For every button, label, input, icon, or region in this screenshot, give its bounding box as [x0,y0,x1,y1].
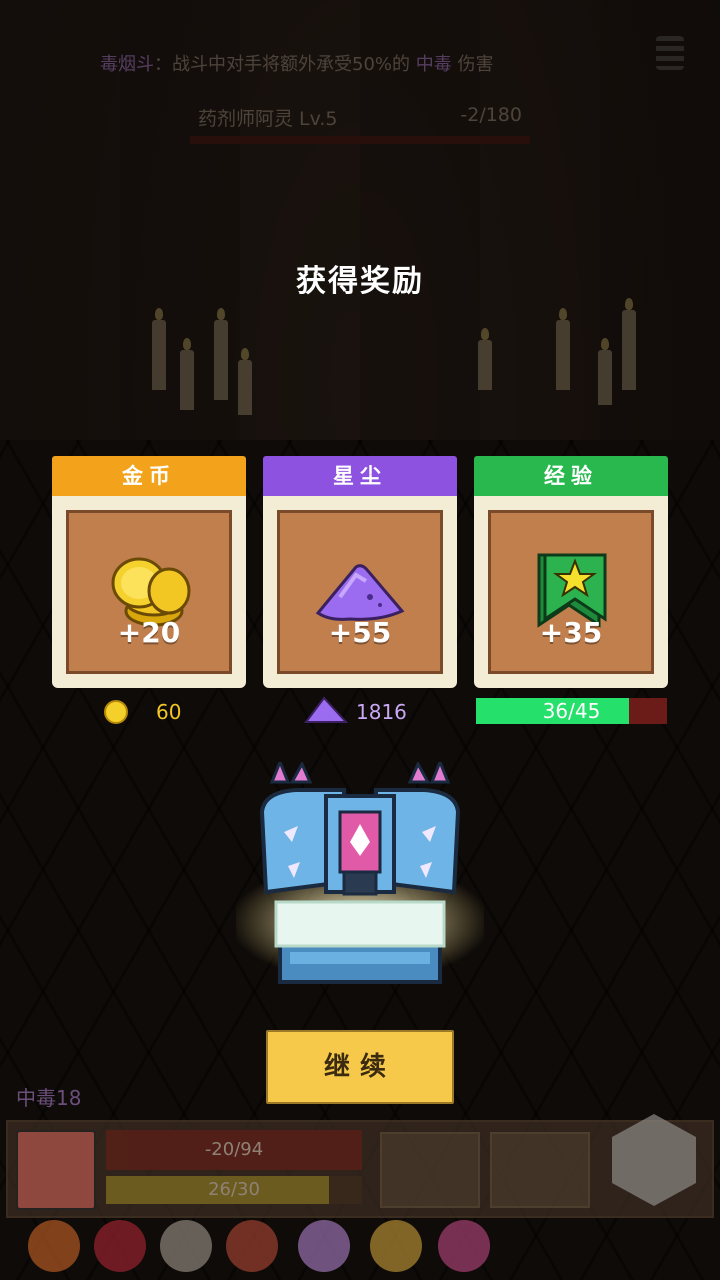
treasure-chest-icon [236,762,484,984]
reward-card-gold: 金币 +20 [52,456,246,688]
skull-wand-skill-icon[interactable] [226,1220,278,1272]
player-energy-bar: 26/30 [106,1176,362,1204]
reward-card-stardust: 星尘 +55 [263,456,457,688]
card-header: 星尘 [263,456,457,496]
stardust-total: 1816 [356,700,407,724]
card-inner: +35 [488,510,654,674]
reward-title: 获得奖励 [296,264,424,299]
crystal-skill-icon[interactable] [298,1220,350,1272]
card-header: 经验 [474,456,668,496]
spiral-skill-icon[interactable] [94,1220,146,1272]
reward-amount: +35 [539,616,603,649]
gold-total: 60 [156,700,182,724]
poison-status: 中毒18 [16,1086,82,1110]
tombstone-slot-icon[interactable] [380,1132,480,1208]
player-energy-label: 26/30 [208,1179,260,1200]
player-hp-label: -20/94 [204,1139,264,1160]
avatar[interactable] [16,1130,96,1210]
fire-skill-icon[interactable] [28,1220,80,1272]
gold-coin-icon [104,700,128,724]
experience-bar: 36/45 [476,698,667,724]
card-frame: +35 [474,496,668,688]
card-inner: +20 [66,510,232,674]
card-frame: +55 [263,496,457,688]
reward-card-experience: 经验 +35 [474,456,668,688]
card-header: 金币 [52,456,246,496]
player-hp-bar: -20/94 [106,1130,362,1170]
rainbow-swirl-skill-icon[interactable] [438,1220,490,1272]
continue-button[interactable]: 继续 [266,1030,454,1104]
reward-amount: +55 [328,616,392,649]
card-inner: +55 [277,510,443,674]
scroll-skill-icon[interactable] [160,1220,212,1272]
wheel-skill-icon[interactable] [370,1220,422,1272]
stardust-small-icon [304,696,348,723]
reward-amount: +20 [117,616,181,649]
experience-label: 36/45 [542,699,601,723]
card-frame: +20 [52,496,246,688]
eye-slot-icon[interactable] [490,1132,590,1208]
